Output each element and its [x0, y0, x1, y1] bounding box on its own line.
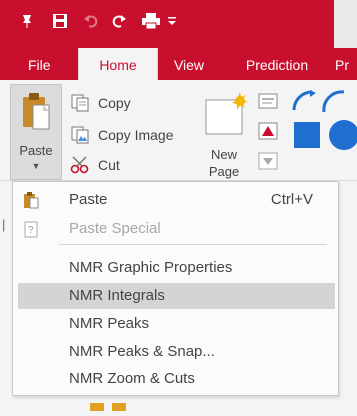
print-icon[interactable]	[140, 10, 162, 32]
tab-prediction[interactable]: Prediction	[232, 48, 322, 80]
chevron-down-icon: ▼	[31, 161, 41, 171]
ribbon-tabs: File Home View Prediction Pr	[0, 48, 357, 80]
undo-icon[interactable]	[82, 10, 100, 32]
menu-item-nmr-peaks[interactable]: NMR Peaks	[14, 311, 337, 337]
copy-label: Copy	[98, 95, 131, 111]
menu-separator	[59, 244, 327, 245]
menu-item-label: Paste Special	[69, 220, 161, 237]
copy-icon	[70, 94, 90, 112]
menu-item-paste[interactable]: Paste Ctrl+V	[14, 187, 337, 213]
new-page-icon	[204, 92, 248, 143]
new-page-label-2: Page	[208, 164, 240, 179]
paste-special-icon: ?	[23, 220, 39, 238]
quick-access-toolbar	[0, 0, 357, 48]
shape-triangle-icon[interactable]	[258, 122, 278, 142]
menu-item-nmr-peaks-snap[interactable]: NMR Peaks & Snap...	[14, 339, 337, 365]
paste-button[interactable]: Paste ▼	[10, 84, 62, 180]
menu-item-nmr-integrals[interactable]: NMR Integrals	[18, 283, 335, 309]
customize-icon[interactable]	[166, 10, 178, 32]
title-icon[interactable]	[258, 92, 278, 112]
shortcut-text: Ctrl+V	[270, 191, 313, 208]
tree-item-partial	[80, 398, 160, 411]
menu-item-nmr-graphic-properties[interactable]: NMR Graphic Properties	[14, 255, 337, 281]
svg-text:?: ?	[28, 225, 34, 236]
ribbon: Paste ▼ Copy Copy Image Cut New Page	[0, 80, 357, 181]
panel-edge: |	[2, 217, 6, 232]
shapes-gallery-icon[interactable]	[292, 90, 357, 170]
clipboard-icon	[21, 91, 51, 140]
pin-icon[interactable]	[18, 10, 36, 32]
scissors-icon	[70, 156, 90, 174]
save-icon[interactable]	[50, 10, 70, 32]
new-page-label-1: New	[210, 147, 237, 162]
dropdown-shape-icon[interactable]	[258, 152, 278, 172]
menu-item-label: NMR Graphic Properties	[69, 259, 233, 276]
tab-home[interactable]: Home	[78, 48, 158, 80]
menu-item-label: NMR Integrals	[69, 287, 165, 304]
menu-item-paste-special[interactable]: ? Paste Special	[14, 216, 337, 242]
tab-file[interactable]: File	[10, 48, 70, 80]
copy-image-button[interactable]: Copy Image	[70, 124, 173, 146]
cut-label: Cut	[98, 157, 120, 173]
menu-item-label: NMR Peaks	[69, 315, 150, 332]
tab-view[interactable]: View	[164, 48, 214, 80]
menu-item-label: Paste	[69, 191, 108, 208]
new-page-button[interactable]: New Page	[198, 92, 250, 179]
copy-image-label: Copy Image	[98, 127, 174, 143]
paste-icon	[23, 191, 39, 209]
menu-item-nmr-zoom-cuts[interactable]: NMR Zoom & Cuts	[14, 366, 337, 392]
menu-item-label: NMR Zoom & Cuts	[69, 370, 195, 387]
paste-dropdown-menu: Paste Ctrl+V ? Paste Special NMR Graphic…	[12, 181, 339, 396]
paste-label: Paste	[19, 143, 53, 158]
menu-item-label: NMR Peaks & Snap...	[69, 343, 215, 360]
copy-image-icon	[70, 126, 90, 144]
cut-button[interactable]: Cut	[70, 154, 120, 176]
tab-partial[interactable]: Pr	[335, 48, 357, 80]
title-bar-right	[334, 0, 357, 48]
copy-button[interactable]: Copy	[70, 92, 131, 114]
redo-icon[interactable]	[110, 10, 132, 32]
